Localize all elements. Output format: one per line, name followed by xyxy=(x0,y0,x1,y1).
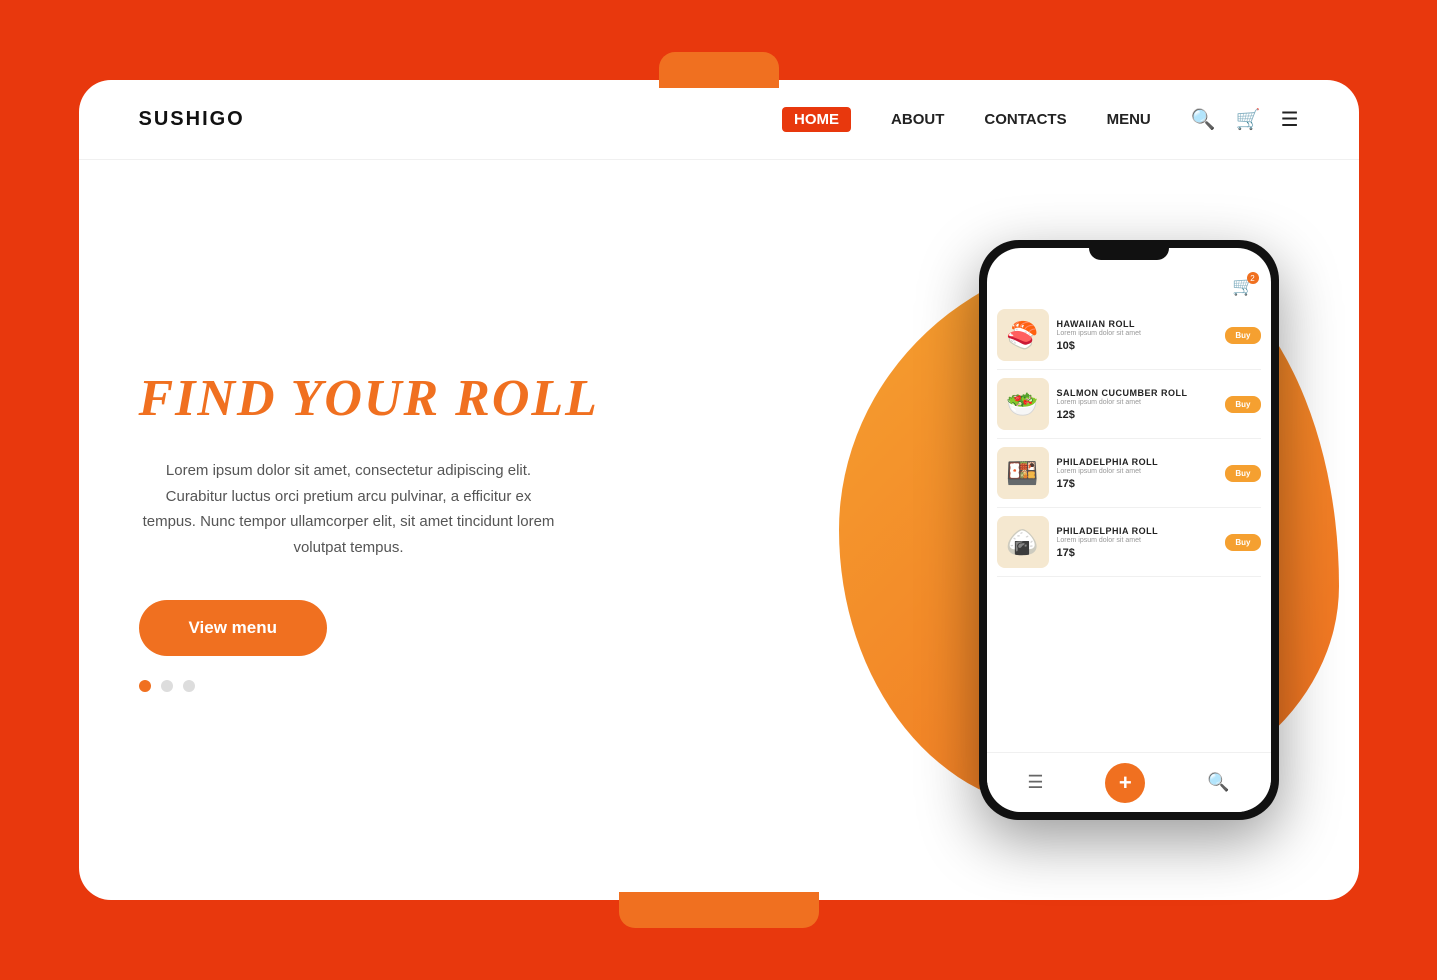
sushi-item: 🍙 PHILADELPHIA ROLL Lorem ipsum dolor si… xyxy=(997,508,1261,577)
sushi-desc-2: Lorem ipsum dolor sit amet xyxy=(1057,399,1218,406)
left-side: FIND YOUR ROLL Lorem ipsum dolor sit ame… xyxy=(79,160,739,900)
nav-menu[interactable]: MENU xyxy=(1107,111,1151,128)
sushi-info-4: PHILADELPHIA ROLL Lorem ipsum dolor sit … xyxy=(1057,526,1218,559)
buy-button-4[interactable]: Buy xyxy=(1225,534,1260,551)
navbar: SUSHIGO HOME ABOUT CONTACTS MENU 🔍 🛒 ☰ xyxy=(79,80,1359,160)
sushi-name-4: PHILADELPHIA ROLL xyxy=(1057,526,1218,536)
sushi-image-1: 🍣 xyxy=(997,309,1049,361)
nav-icons: 🔍 🛒 ☰ xyxy=(1191,107,1299,132)
cart-badge: 2 xyxy=(1247,272,1259,284)
sushi-image-3: 🍱 xyxy=(997,447,1049,499)
right-side: 🛒 2 🍣 HAWAIIAN ROLL Lorem ipsum dolor si… xyxy=(739,160,1359,900)
buy-button-1[interactable]: Buy xyxy=(1225,327,1260,344)
dot-2[interactable] xyxy=(161,680,173,692)
sushi-desc-1: Lorem ipsum dolor sit amet xyxy=(1057,330,1218,337)
sushi-price-3: 17$ xyxy=(1057,478,1218,490)
phone-menu-icon[interactable]: ☰ xyxy=(1027,772,1043,793)
menu-icon[interactable]: ☰ xyxy=(1281,107,1299,132)
phone-cart-icon[interactable]: 🛒 2 xyxy=(1232,276,1254,297)
nav-about[interactable]: ABOUT xyxy=(891,111,944,128)
dot-1[interactable] xyxy=(139,680,151,692)
sushi-image-4: 🍙 xyxy=(997,516,1049,568)
nav-links: HOME ABOUT CONTACTS MENU xyxy=(782,107,1151,132)
phone-plus-button[interactable]: + xyxy=(1105,763,1145,803)
main-card: SUSHIGO HOME ABOUT CONTACTS MENU 🔍 🛒 ☰ F… xyxy=(79,80,1359,900)
logo: SUSHIGO xyxy=(139,108,245,131)
sushi-desc-3: Lorem ipsum dolor sit amet xyxy=(1057,468,1218,475)
sushi-item: 🍱 PHILADELPHIA ROLL Lorem ipsum dolor si… xyxy=(997,439,1261,508)
phone-bottom-nav: ☰ + 🔍 xyxy=(987,752,1271,812)
sushi-item: 🥗 SALMON CUCUMBER ROLL Lorem ipsum dolor… xyxy=(997,370,1261,439)
buy-button-3[interactable]: Buy xyxy=(1225,465,1260,482)
sushi-info-1: HAWAIIAN ROLL Lorem ipsum dolor sit amet… xyxy=(1057,319,1218,352)
hero-description: Lorem ipsum dolor sit amet, consectetur … xyxy=(139,458,559,560)
sushi-item: 🍣 HAWAIIAN ROLL Lorem ipsum dolor sit am… xyxy=(997,301,1261,370)
phone-mockup: 🛒 2 🍣 HAWAIIAN ROLL Lorem ipsum dolor si… xyxy=(979,240,1279,820)
buy-button-2[interactable]: Buy xyxy=(1225,396,1260,413)
phone-notch xyxy=(1089,240,1169,260)
pagination-dots xyxy=(139,680,679,692)
sushi-list: 🍣 HAWAIIAN ROLL Lorem ipsum dolor sit am… xyxy=(987,301,1271,577)
phone-inner: 🛒 2 🍣 HAWAIIAN ROLL Lorem ipsum dolor si… xyxy=(987,248,1271,812)
sushi-price-1: 10$ xyxy=(1057,340,1218,352)
nav-home[interactable]: HOME xyxy=(782,107,851,132)
sushi-name-3: PHILADELPHIA ROLL xyxy=(1057,457,1218,467)
hero-title: FIND YOUR ROLL xyxy=(139,368,679,430)
sushi-info-2: SALMON CUCUMBER ROLL Lorem ipsum dolor s… xyxy=(1057,388,1218,421)
nav-contacts[interactable]: CONTACTS xyxy=(984,111,1066,128)
sushi-image-2: 🥗 xyxy=(997,378,1049,430)
top-tab xyxy=(659,52,779,88)
sushi-price-2: 12$ xyxy=(1057,409,1218,421)
dot-3[interactable] xyxy=(183,680,195,692)
sushi-info-3: PHILADELPHIA ROLL Lorem ipsum dolor sit … xyxy=(1057,457,1218,490)
view-menu-button[interactable]: View menu xyxy=(139,600,328,656)
sushi-name-2: SALMON CUCUMBER ROLL xyxy=(1057,388,1218,398)
sushi-name-1: HAWAIIAN ROLL xyxy=(1057,319,1218,329)
main-content: FIND YOUR ROLL Lorem ipsum dolor sit ame… xyxy=(79,160,1359,900)
sushi-desc-4: Lorem ipsum dolor sit amet xyxy=(1057,537,1218,544)
cart-icon[interactable]: 🛒 xyxy=(1236,107,1261,132)
sushi-price-4: 17$ xyxy=(1057,547,1218,559)
phone-search-icon[interactable]: 🔍 xyxy=(1207,772,1229,793)
search-icon[interactable]: 🔍 xyxy=(1191,107,1216,132)
